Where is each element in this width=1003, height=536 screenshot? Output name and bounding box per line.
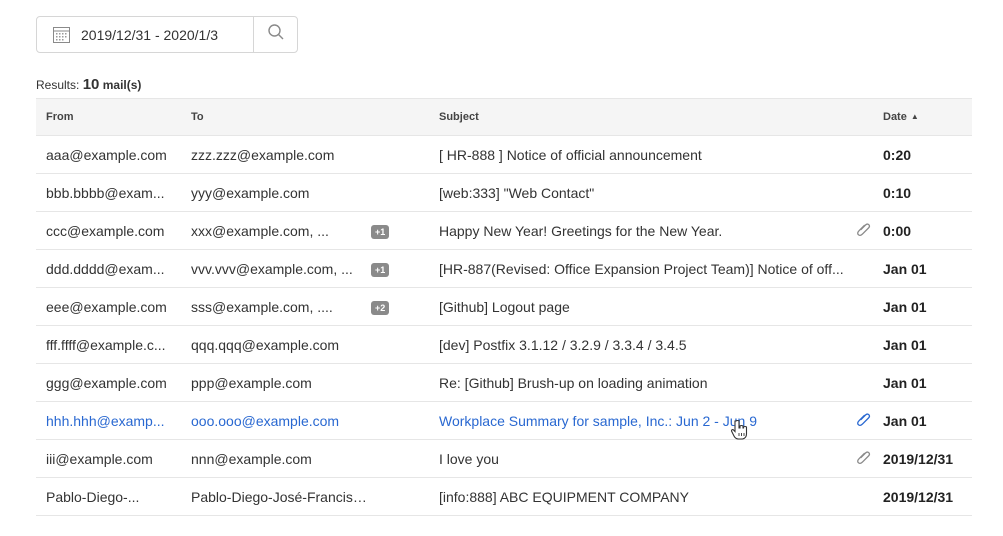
table-row[interactable]: bbb.bbbb@exam... yyy@example.com [web:333]… [36,174,972,212]
date-range-value[interactable]: 2019/12/31 - 2020/1/3 [81,27,218,43]
mail-date: 0:10 [883,184,912,201]
table-row[interactable]: ggg@example.com ppp@example.com Re: [Githu… [36,364,972,402]
mail-to: yyy@example.com [191,184,310,201]
results-unit: mail(s) [102,78,142,92]
mail-to: xxx@example.com, ... [191,222,329,239]
column-date-label[interactable]: Date [883,111,907,123]
mail-date: Jan 01 [883,374,927,391]
table-row[interactable]: eee@example.com sss@example.com, .... +2 [G… [36,288,972,326]
table-row[interactable]: iii@example.com nnn@example.com I love you… [36,440,972,478]
table-row[interactable]: ddd.dddd@exam... vvv.vvv@example.com, ...… [36,250,972,288]
hand-cursor-icon [730,419,750,446]
attachment-cell [849,326,879,364]
mail-to: Pablo-Diego-José-Francisc... [191,488,371,505]
mail-to: ooo.ooo@example.com [191,412,340,429]
column-subject[interactable]: Subject [429,98,849,136]
table-row[interactable]: fff.ffff@example.c... qqq.qqq@example.com… [36,326,972,364]
table-row[interactable]: Pablo-Diego-... Pablo-Diego-José-Francisc… [36,478,972,516]
recipient-badge-cell [371,440,429,478]
mail-table: From To Subject Date ▲ aaa@example.com zzz… [36,98,972,516]
mail-date: Jan 01 [883,336,927,353]
mail-subject: Workplace Summary for sample, Inc.: Jun … [439,412,757,429]
recipient-badge-cell: +1 [371,250,429,288]
mail-from: ccc@example.com [46,222,165,239]
mail-from: ggg@example.com [46,374,167,391]
mail-to: qqq.qqq@example.com [191,336,340,353]
attachment-cell [849,440,879,478]
mail-subject: [ HR-888 ] Notice of official announceme… [439,146,702,163]
extra-recipients-badge[interactable]: +1 [371,263,390,277]
mail-date: Jan 01 [883,260,927,277]
search-icon[interactable] [267,23,285,46]
table-row[interactable]: aaa@example.com zzz.zzz@example.com [ HR-8… [36,136,972,174]
mail-subject: [dev] Postfix 3.1.12 / 3.2.9 / 3.3.4 / 3… [439,336,687,353]
recipient-badge-cell [371,402,429,440]
mail-to: nnn@example.com [191,450,312,467]
attachment-cell [849,364,879,402]
mail-to: ppp@example.com [191,374,312,391]
results-summary: Results: 10 mail(s) [36,76,141,93]
mail-date: 2019/12/31 [883,488,954,505]
mail-from: eee@example.com [46,298,167,315]
sort-ascending-icon[interactable]: ▲ [911,112,919,121]
column-date[interactable]: Date ▲ [879,98,972,136]
column-badge [371,98,429,136]
mail-from: ddd.dddd@exam... [46,260,165,277]
mail-list: aaa@example.com zzz.zzz@example.com [ HR-8… [36,136,972,516]
mail-subject: Re: [Github] Brush-up on loading animati… [439,374,708,391]
mail-subject: Happy New Year! Greetings for the New Ye… [439,222,723,239]
attachment-cell [849,212,879,250]
recipient-badge-cell [371,364,429,402]
column-to[interactable]: To [181,98,371,136]
attachment-cell [849,288,879,326]
attachment-cell [849,402,879,440]
column-attachment [849,98,879,136]
recipient-badge-cell [371,478,429,516]
mail-date: Jan 01 [883,298,927,315]
recipient-badge-cell [371,136,429,174]
table-row[interactable]: hhh.hhh@examp... ooo.ooo@example.com Workp… [36,402,972,440]
mail-date: 0:00 [883,222,912,239]
date-range-field[interactable]: 2019/12/31 - 2020/1/3 [37,17,254,52]
search-button[interactable] [254,17,297,52]
attachment-cell [849,478,879,516]
mail-subject: [info:888] ABC EQUIPMENT COMPANY [439,488,690,505]
attachment-cell [849,250,879,288]
mail-from: hhh.hhh@examp... [46,412,165,429]
mail-from: aaa@example.com [46,146,167,163]
extra-recipients-badge[interactable]: +1 [371,225,390,239]
search-bar: 2019/12/31 - 2020/1/3 [36,16,298,53]
mail-to: sss@example.com, .... [191,298,333,315]
mail-to: vvv.vvv@example.com, ... [191,260,353,277]
attachment-cell [849,174,879,212]
mail-subject: I love you [439,450,499,467]
mail-subject: [HR-887(Revised: Office Expansion Projec… [439,260,844,277]
results-count: 10 [82,76,100,93]
table-header: From To Subject Date ▲ [36,98,972,136]
calendar-icon[interactable] [52,25,71,44]
mail-from: iii@example.com [46,450,153,467]
mail-subject: [web:333] "Web Contact" [439,184,595,201]
mail-date: Jan 01 [883,412,927,429]
table-row[interactable]: ccc@example.com xxx@example.com, ... +1 Hap… [36,212,972,250]
mail-from: Pablo-Diego-... [46,488,140,505]
mail-from: bbb.bbbb@exam... [46,184,165,201]
paperclip-icon [857,413,871,430]
column-from[interactable]: From [36,98,181,136]
paperclip-icon [857,223,871,240]
recipient-badge-cell: +2 [371,288,429,326]
mail-subject: [Github] Logout page [439,298,570,315]
mail-date: 0:20 [883,146,912,163]
recipient-badge-cell: +1 [371,212,429,250]
extra-recipients-badge[interactable]: +2 [371,301,390,315]
recipient-badge-cell [371,326,429,364]
mail-from: fff.ffff@example.c... [46,336,166,353]
attachment-cell [849,136,879,174]
mail-to: zzz.zzz@example.com [191,146,335,163]
results-prefix: Results: [36,78,83,92]
paperclip-icon [857,451,871,468]
recipient-badge-cell [371,174,429,212]
mail-date: 2019/12/31 [883,450,954,467]
